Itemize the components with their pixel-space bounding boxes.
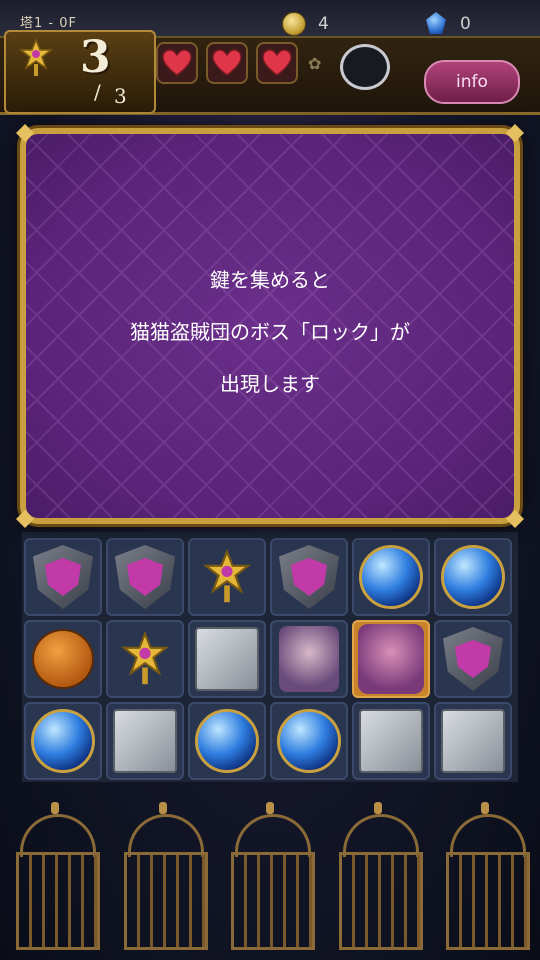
orb-icon	[359, 545, 423, 609]
board-tile-key[interactable]	[188, 538, 266, 616]
board-tile-orb[interactable]	[188, 702, 266, 780]
orb-icon	[277, 709, 341, 773]
shield-icon	[115, 545, 175, 609]
board-tile-orb[interactable]	[352, 538, 430, 616]
floor-label: 塔1 - 0F	[20, 16, 77, 31]
cat-slot-icon	[340, 44, 390, 90]
board-tile-character[interactable]	[270, 620, 348, 698]
stone-block-icon	[195, 627, 259, 691]
board-tile-block[interactable]	[434, 702, 512, 780]
board-tile-block[interactable]	[352, 702, 430, 780]
keys-slash: /	[94, 80, 101, 104]
stone-block-icon	[359, 709, 423, 773]
cage-icon	[436, 800, 534, 950]
cage-row	[0, 800, 540, 960]
stone-block-icon	[441, 709, 505, 773]
board-tile-shield[interactable]	[106, 538, 184, 616]
shield-icon	[279, 545, 339, 609]
heart-icon	[206, 42, 248, 84]
board-tile-block[interactable]	[188, 620, 266, 698]
orb-icon	[31, 709, 95, 773]
orb-icon	[195, 709, 259, 773]
tutorial-dialog[interactable]: 鍵を集めると 猫猫盗賊団のボス「ロック」が 出現します	[16, 124, 524, 528]
coin-count: 4	[318, 14, 329, 34]
puzzle-board	[22, 532, 518, 782]
board-tile-orb[interactable]	[24, 702, 102, 780]
gem-count: 0	[460, 14, 471, 34]
dialog-line-3: 出現します	[220, 372, 320, 396]
cage-icon	[221, 800, 319, 950]
coin-icon	[282, 12, 306, 36]
character-icon	[279, 626, 339, 692]
board-tile-shield[interactable]	[270, 538, 348, 616]
stone-block-icon	[113, 709, 177, 773]
shield-icon	[33, 545, 93, 609]
dialog-line-2: 猫猫盗賊団のボス「ロック」が	[130, 320, 410, 344]
board-tile-key[interactable]	[106, 620, 184, 698]
orb-icon	[441, 545, 505, 609]
keys-collected: 3	[80, 32, 111, 83]
board-tile-shield[interactable]	[434, 620, 512, 698]
board-tile-bomb[interactable]	[24, 620, 102, 698]
paw-icon: ✿	[308, 54, 322, 73]
keys-total: 3	[114, 84, 127, 108]
dialog-line-1: 鍵を集めると	[210, 268, 330, 292]
key-icon	[202, 549, 252, 603]
key-icon	[16, 37, 56, 78]
key-icon	[120, 631, 170, 685]
shield-icon	[443, 627, 503, 691]
board-tile-orb[interactable]	[434, 538, 512, 616]
board-tile-block[interactable]	[106, 702, 184, 780]
info-button[interactable]: info	[424, 60, 520, 104]
board-tile-shield[interactable]	[24, 538, 102, 616]
heart-icon	[156, 42, 198, 84]
bomb-icon	[32, 629, 94, 689]
board-tile-orb[interactable]	[270, 702, 348, 780]
dialog-message: 鍵を集めると 猫猫盗賊団のボス「ロック」が 出現します	[26, 254, 514, 410]
heart-icon	[256, 42, 298, 84]
cage-icon	[114, 800, 212, 950]
cage-icon	[329, 800, 427, 950]
top-hud: 塔1 - 0F 4 0 3 / 3 ✿ info	[0, 0, 540, 115]
hearts	[156, 42, 298, 84]
cage-icon	[6, 800, 104, 950]
board-tile-boss[interactable]	[352, 620, 430, 698]
cat-boss-icon	[358, 624, 424, 694]
